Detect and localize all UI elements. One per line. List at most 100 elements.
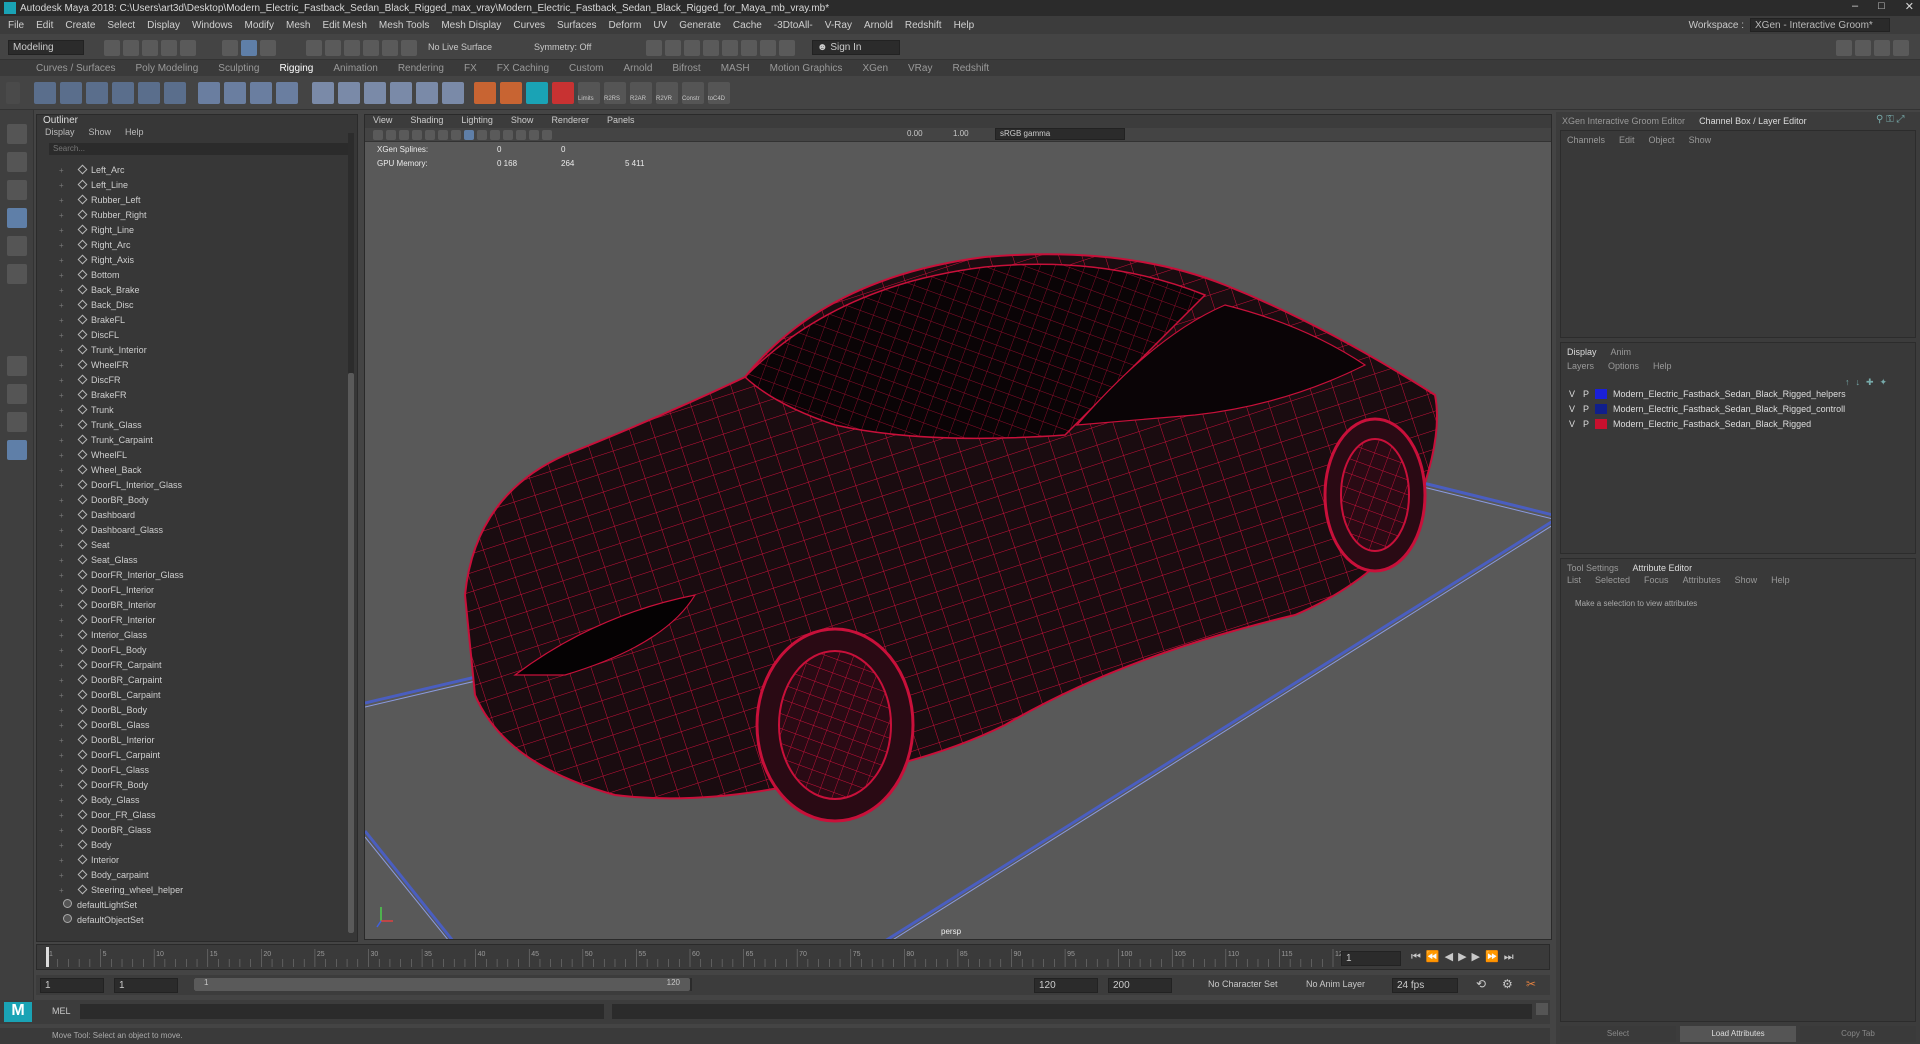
outliner-item[interactable]: + Trunk_Carpaint [37, 433, 337, 448]
go-to-end-icon[interactable]: ⏭ [1504, 951, 1519, 963]
viewport-menu-view[interactable]: View [373, 115, 392, 128]
outliner-item[interactable]: + Bottom [37, 268, 337, 283]
expand-icon[interactable]: + [59, 778, 64, 793]
range-slider-handle[interactable]: 1 120 [194, 978, 690, 991]
render-setup-icon[interactable] [741, 40, 757, 56]
expand-icon[interactable]: + [59, 808, 64, 823]
expand-icon[interactable]: + [59, 178, 64, 193]
expand-icon[interactable]: + [59, 493, 64, 508]
paint-select-icon[interactable] [7, 180, 27, 200]
layer-color-swatch[interactable] [1595, 389, 1608, 399]
r2ar-icon[interactable]: R2AR [630, 82, 652, 104]
xgen-icon[interactable] [526, 82, 548, 104]
attr-menu-focus[interactable]: Focus [1644, 575, 1669, 585]
lights-icon[interactable] [503, 130, 513, 140]
expand-icon[interactable]: + [59, 373, 64, 388]
menu-arnold[interactable]: Arnold [864, 20, 893, 31]
gamma-field[interactable]: 1.00 [953, 129, 969, 138]
outliner-item[interactable]: + Body_Glass [37, 793, 337, 808]
outliner-item[interactable]: + Trunk [37, 403, 337, 418]
outliner-item[interactable]: + Interior_Glass [37, 628, 337, 643]
layer-color-swatch[interactable] [1595, 404, 1608, 414]
outliner-item[interactable]: + DoorFL_Body [37, 643, 337, 658]
end-time-field[interactable]: 200 [1108, 978, 1172, 993]
rotate-tool-icon[interactable] [7, 236, 27, 256]
snap-point-icon[interactable] [344, 40, 360, 56]
shelf-tab-arnold[interactable]: Arnold [623, 63, 652, 74]
constr-icon[interactable]: Constr [682, 82, 704, 104]
menu-surfaces[interactable]: Surfaces [557, 20, 596, 31]
expand-icon[interactable]: + [59, 268, 64, 283]
outliner-item[interactable]: + DoorBR_Glass [37, 823, 337, 838]
paint-weights-icon[interactable] [276, 82, 298, 104]
outliner-item[interactable]: + DoorFR_Carpaint [37, 658, 337, 673]
redo-icon[interactable] [180, 40, 196, 56]
wireframe-icon[interactable] [464, 130, 474, 140]
select-button[interactable]: Select [1560, 1026, 1676, 1042]
snap-live-icon[interactable] [401, 40, 417, 56]
tab-display-layers[interactable]: Display [1567, 347, 1597, 357]
snap-curve-icon[interactable] [325, 40, 341, 56]
expand-icon[interactable]: + [59, 613, 64, 628]
step-back-key-icon[interactable]: ⏪ [1426, 951, 1445, 963]
toggle-attribute-editor-icon[interactable] [1874, 40, 1890, 56]
menu-curves[interactable]: Curves [513, 20, 545, 31]
expand-icon[interactable]: + [59, 853, 64, 868]
select-hierarchy-icon[interactable] [222, 40, 238, 56]
outliner-item[interactable]: + DiscFR [37, 373, 337, 388]
menu-modify[interactable]: Modify [245, 20, 274, 31]
outliner-item[interactable]: + DiscFL [37, 328, 337, 343]
outliner-item[interactable]: + Seat_Glass [37, 553, 337, 568]
r2rs-icon[interactable]: R2RS [604, 82, 626, 104]
symmetry-label[interactable]: Symmetry: Off [534, 42, 591, 52]
expand-icon[interactable]: + [59, 838, 64, 853]
layer-up-icon[interactable]: ↑ [1845, 377, 1856, 387]
textured-icon[interactable] [490, 130, 500, 140]
shelf-menu-icon[interactable] [6, 82, 20, 104]
tab-channel-box[interactable]: Channel Box / Layer Editor [1699, 116, 1807, 126]
expand-icon[interactable]: + [59, 478, 64, 493]
expand-icon[interactable]: + [59, 418, 64, 433]
new-scene-icon[interactable] [104, 40, 120, 56]
attr-menu-help[interactable]: Help [1771, 575, 1790, 585]
expand-icon[interactable]: + [59, 718, 64, 733]
expand-icon[interactable]: + [59, 763, 64, 778]
shelf-tab-sculpting[interactable]: Sculpting [218, 63, 259, 74]
shelf-tab-redshift[interactable]: Redshift [952, 63, 989, 74]
outliner-item[interactable]: + Steering_wheel_helper [37, 883, 337, 898]
channel-expand-icon[interactable]: ⤢ [1897, 114, 1905, 125]
layer-playback-toggle[interactable]: P [1583, 419, 1589, 429]
outliner-item[interactable]: + DoorFR_Interior_Glass [37, 568, 337, 583]
outliner-item[interactable]: + Body_carpaint [37, 868, 337, 883]
outliner-item[interactable]: + WheelFR [37, 358, 337, 373]
help-menu[interactable]: Help [1653, 361, 1672, 371]
outliner-item[interactable]: + Trunk_Glass [37, 418, 337, 433]
tab-attribute-editor[interactable]: Attribute Editor [1633, 563, 1693, 573]
time-ruler[interactable]: 1 5 10 15 20 25 30 35 40 45 50 55 60 65 70 75 80 85 90 95 10… [37, 945, 1347, 969]
render-settings-icon[interactable] [703, 40, 719, 56]
menu-file[interactable]: File [8, 20, 24, 31]
persp-outliner-icon[interactable] [7, 412, 27, 432]
close-button[interactable]: ✕ [1905, 0, 1914, 13]
select-object-icon[interactable] [241, 40, 257, 56]
ipr-render-icon[interactable] [684, 40, 700, 56]
play-icon[interactable]: ▶ [1458, 951, 1471, 963]
attr-menu-list[interactable]: List [1567, 575, 1581, 585]
expand-icon[interactable]: + [59, 313, 64, 328]
scale-tool-icon[interactable] [7, 264, 27, 284]
aim-constraint-icon[interactable] [338, 82, 360, 104]
mel-label[interactable]: MEL [52, 1006, 71, 1016]
orient-joint-icon[interactable] [138, 82, 160, 104]
outliner-item[interactable]: + Left_Line [37, 178, 337, 193]
shelf-tab-custom[interactable]: Custom [569, 63, 603, 74]
expand-icon[interactable]: + [59, 673, 64, 688]
viewport-panel[interactable]: View Shading Lighting Show Renderer Panels 0.… [364, 114, 1552, 940]
outliner-item[interactable]: + DoorBR_Carpaint [37, 673, 337, 688]
expand-icon[interactable]: + [59, 433, 64, 448]
menu-help[interactable]: Help [954, 20, 975, 31]
outliner-item[interactable]: + BrakeFL [37, 313, 337, 328]
render-view-icon[interactable] [646, 40, 662, 56]
step-back-icon[interactable]: ◀ [1445, 951, 1458, 963]
undo-icon[interactable] [161, 40, 177, 56]
viewport-menu-panels[interactable]: Panels [607, 115, 635, 128]
